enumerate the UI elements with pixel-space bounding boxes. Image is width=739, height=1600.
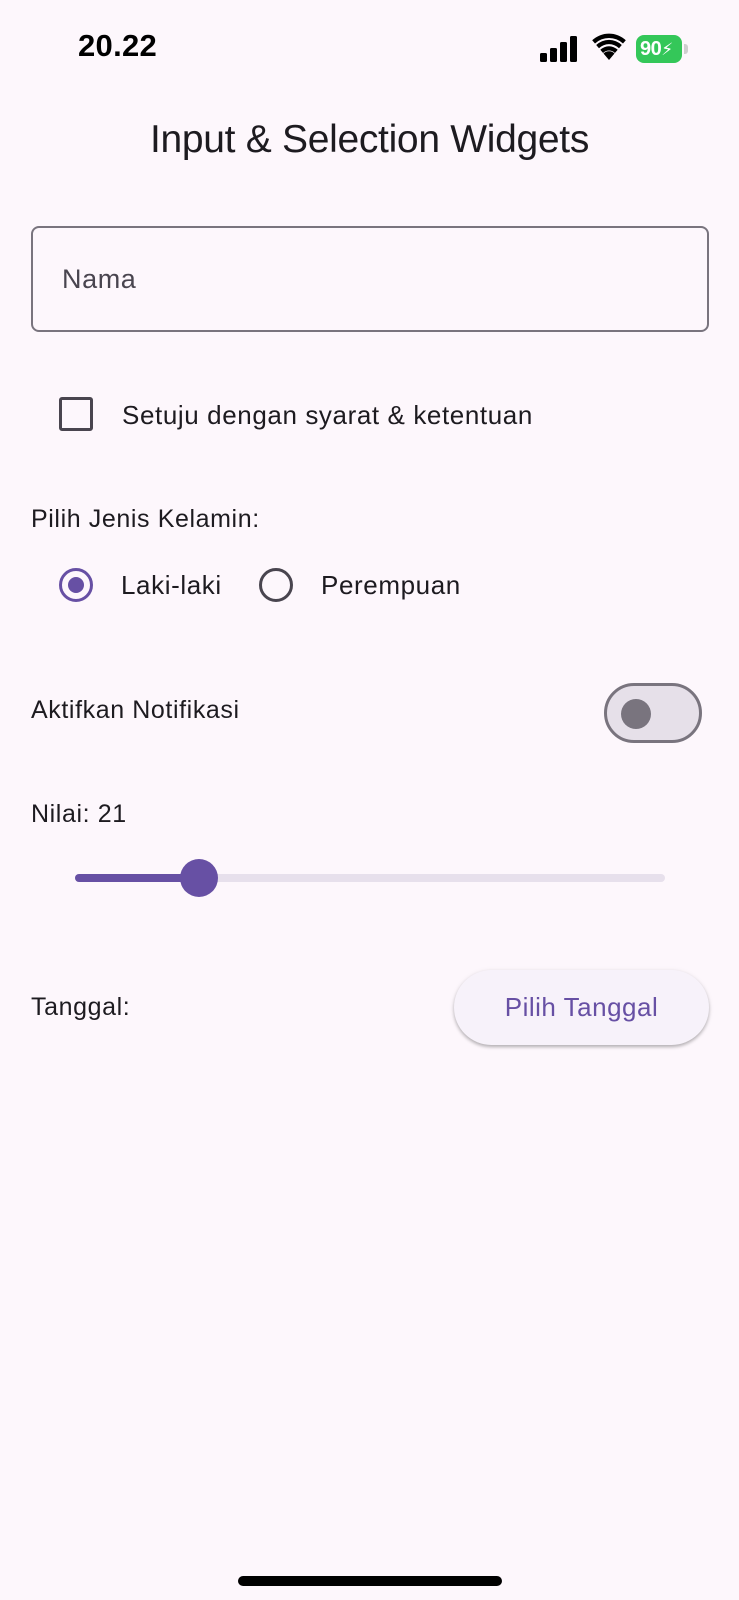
slider-thumb[interactable] xyxy=(179,859,218,897)
battery-percent: 90 xyxy=(640,38,662,60)
home-indicator xyxy=(238,1576,502,1586)
gender-label: Pilih Jenis Kelamin: xyxy=(31,505,260,533)
radio-unselected-icon[interactable] xyxy=(259,568,293,602)
notification-label: Aktifkan Notifikasi xyxy=(31,696,240,724)
name-input[interactable] xyxy=(33,228,707,330)
slider-value-label: Nilai: 21 xyxy=(31,800,127,828)
pick-date-button[interactable]: Pilih Tanggal xyxy=(454,970,709,1045)
switch-thumb[interactable] xyxy=(621,699,651,729)
charging-icon: ⚡ xyxy=(661,40,673,59)
status-time: 20.22 xyxy=(78,28,158,63)
agreement-checkbox[interactable] xyxy=(59,397,93,431)
radio-label: Perempuan xyxy=(321,570,461,600)
radio-dot xyxy=(68,577,84,593)
name-field[interactable] xyxy=(31,226,709,332)
gender-radio-group: Laki-laki Perempuan xyxy=(31,560,709,612)
page-title: Input & Selection Widgets xyxy=(149,118,590,161)
agreement-checkbox-row[interactable]: Setuju dengan syarat & ketentuan xyxy=(31,385,709,445)
notification-switch[interactable] xyxy=(604,683,702,743)
status-bar: 20.22 90⚡ xyxy=(0,0,739,100)
value-slider[interactable] xyxy=(75,858,665,898)
battery-tip xyxy=(684,44,688,54)
radio-selected-icon[interactable] xyxy=(59,568,93,602)
battery-icon: 90⚡ xyxy=(636,35,688,63)
wifi-icon xyxy=(592,33,626,60)
signal-icon xyxy=(540,36,577,62)
battery-level: 90⚡ xyxy=(636,35,682,63)
radio-label: Laki-laki xyxy=(121,570,222,600)
date-label: Tanggal: xyxy=(31,993,131,1021)
agreement-label: Setuju dengan syarat & ketentuan xyxy=(122,400,533,430)
